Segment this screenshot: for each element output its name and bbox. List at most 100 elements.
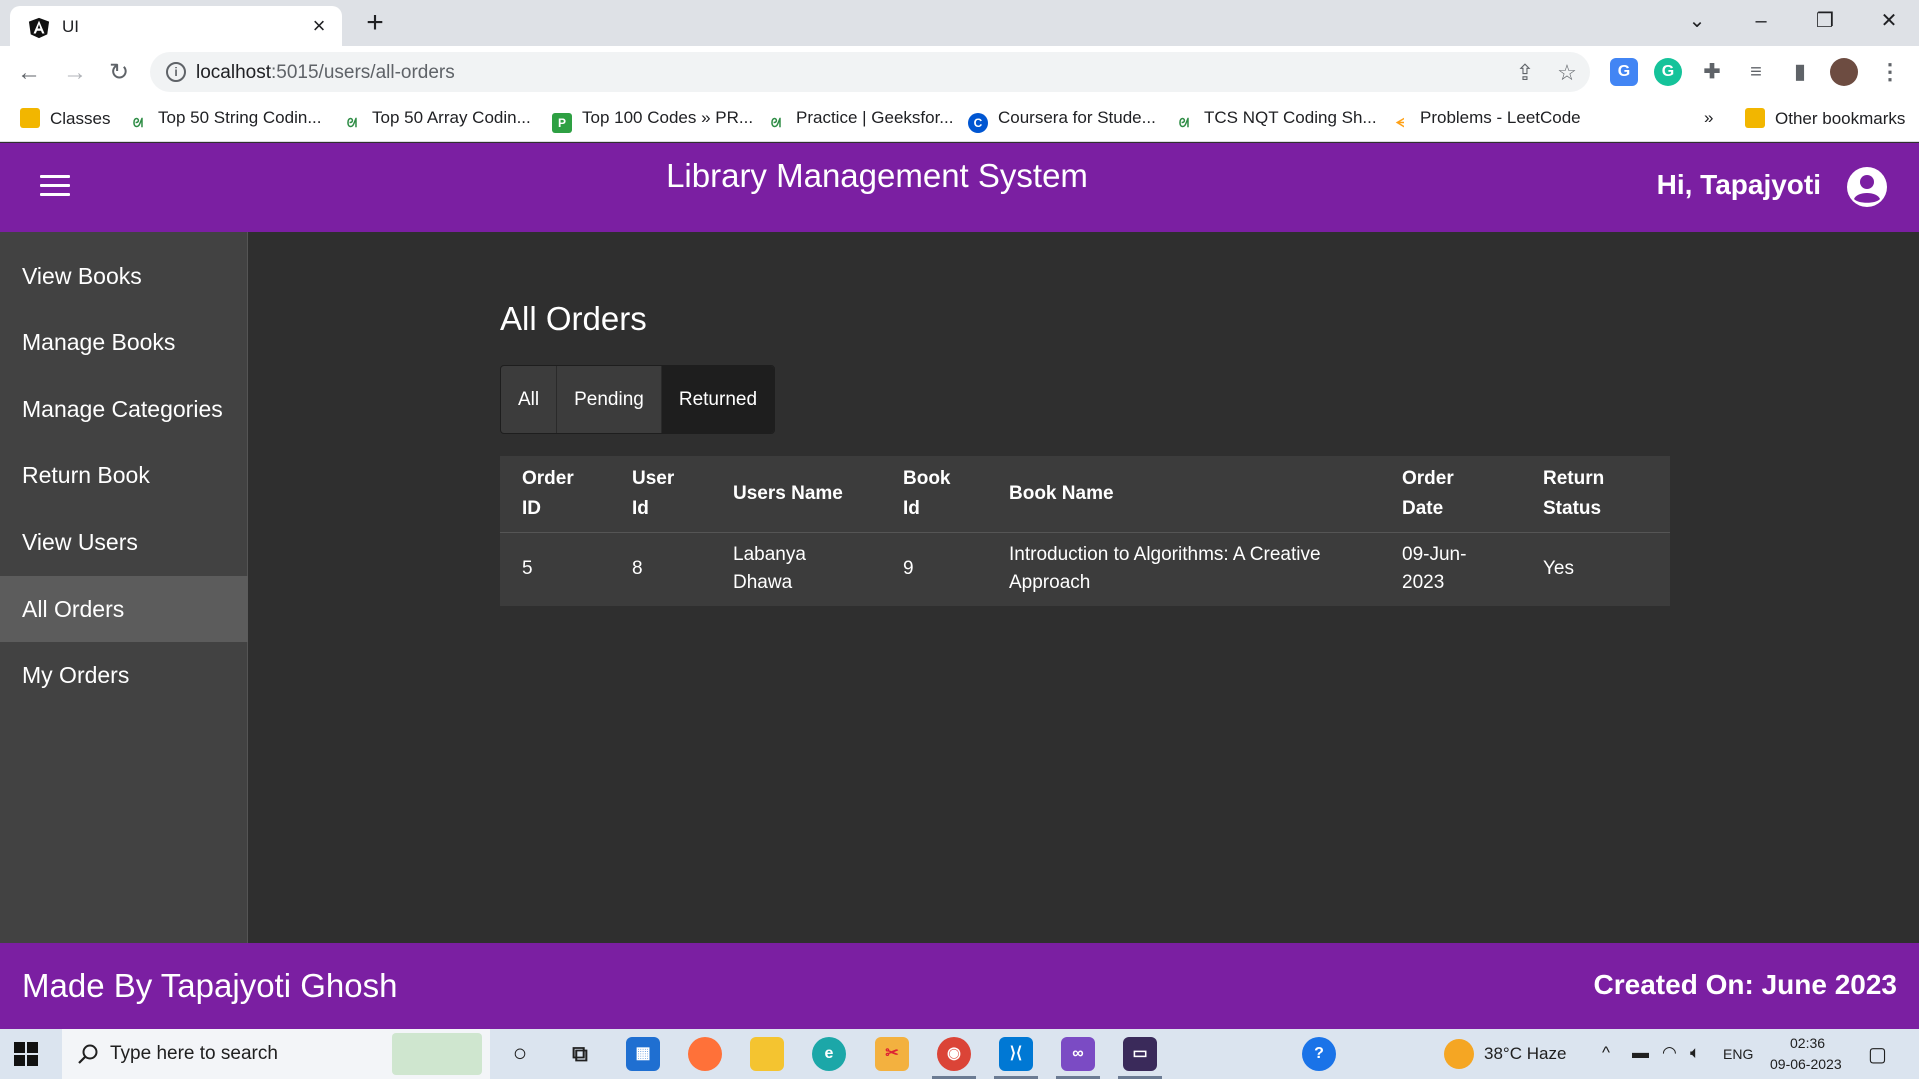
- tab-search-icon[interactable]: ⌄: [1682, 8, 1712, 34]
- search-placeholder: Type here to search: [110, 1043, 278, 1064]
- bookmark-practice-gfg[interactable]: ᘛ Practice | Geeksfor...: [766, 108, 954, 132]
- column-header-order-date[interactable]: Order Date: [1380, 456, 1521, 533]
- new-tab-button[interactable]: +: [360, 8, 390, 38]
- tab-title: UI: [62, 17, 79, 36]
- cell-order-id: 5: [522, 558, 533, 580]
- forward-button[interactable]: →: [60, 58, 90, 88]
- filter-pending-button[interactable]: Pending: [557, 366, 662, 433]
- cell-users-name: Labanya Dhawa: [733, 544, 806, 594]
- bookmark-coursera[interactable]: C Coursera for Stude...: [968, 108, 1156, 133]
- table-header-row: Order ID User Id Users Name Book Id Book…: [500, 456, 1670, 533]
- bookmarks-bar: Classes ᘛ Top 50 String Codin... ᘛ Top 50 …: [0, 98, 1919, 142]
- battery-icon[interactable]: ▬: [1632, 1043, 1649, 1063]
- search-highlight-image: [392, 1033, 482, 1075]
- bookmark-top50-string[interactable]: ᘛ Top 50 String Codin...: [128, 108, 322, 132]
- browser-tab[interactable]: UI ×: [10, 6, 342, 46]
- site-info-icon[interactable]: i: [166, 62, 186, 82]
- windows-start-icon[interactable]: [14, 1042, 38, 1066]
- bookmark-top100-codes[interactable]: P Top 100 Codes » PR...: [552, 108, 753, 133]
- bookmark-leetcode[interactable]: ᗕ Problems - LeetCode: [1390, 108, 1581, 132]
- filter-all-button[interactable]: All: [501, 366, 558, 433]
- taskbar-search-box[interactable]: Type here to search: [62, 1029, 490, 1079]
- app-footer: Made By Tapajyoti Ghosh Created On: June…: [0, 943, 1919, 1029]
- sidebar-item-manage-books[interactable]: Manage Books: [0, 309, 248, 375]
- share-icon[interactable]: ⇪: [1512, 60, 1538, 86]
- geeksforgeeks-icon: ᘛ: [770, 116, 782, 130]
- reload-button[interactable]: ↻: [104, 58, 134, 88]
- vscode-icon[interactable]: ⟩⟨: [999, 1037, 1033, 1071]
- search-icon: [78, 1044, 98, 1064]
- bookmark-tcs-nqt[interactable]: ᘛ TCS NQT Coding Sh...: [1174, 108, 1377, 132]
- grammarly-icon[interactable]: G: [1654, 58, 1682, 86]
- weather-sun-icon: [1444, 1039, 1474, 1069]
- filter-returned-button[interactable]: Returned: [661, 366, 775, 433]
- folder-icon: [1745, 108, 1765, 128]
- extensions-icon[interactable]: ✚: [1698, 58, 1726, 86]
- user-greeting: Hi, Tapajyoti: [1656, 169, 1821, 200]
- language-indicator[interactable]: ENG: [1723, 1046, 1753, 1062]
- sidebar-item-view-users[interactable]: View Users: [0, 509, 248, 575]
- column-header-book-name[interactable]: Book Name: [987, 456, 1380, 533]
- notifications-icon[interactable]: ▢: [1868, 1042, 1887, 1067]
- sidebar-item-all-orders[interactable]: All Orders: [0, 576, 248, 642]
- file-explorer-icon[interactable]: [750, 1037, 784, 1071]
- google-translate-icon[interactable]: G: [1610, 58, 1638, 86]
- angular-icon: [28, 17, 50, 39]
- cell-user-id: 8: [632, 558, 643, 580]
- column-header-user-id[interactable]: User Id: [610, 456, 711, 533]
- prepinsta-icon: P: [552, 113, 572, 133]
- app-header: Library Management System Hi, Tapajyoti: [0, 143, 1919, 232]
- account-circle-icon[interactable]: [1847, 167, 1887, 207]
- coursera-icon: C: [968, 113, 988, 133]
- sidebar-item-view-books[interactable]: View Books: [0, 243, 248, 309]
- help-icon[interactable]: ?: [1302, 1037, 1336, 1071]
- close-window-button[interactable]: ✕: [1874, 8, 1904, 34]
- edge-icon[interactable]: e: [812, 1037, 846, 1071]
- bookmark-classes[interactable]: Classes: [20, 108, 110, 132]
- volume-icon[interactable]: 🔈︎: [1690, 1043, 1700, 1063]
- visual-studio-icon[interactable]: ∞: [1061, 1037, 1095, 1071]
- task-view-icon[interactable]: ⧉: [563, 1037, 597, 1071]
- column-header-order-id[interactable]: Order ID: [500, 456, 610, 533]
- wifi-icon[interactable]: ◠: [1662, 1043, 1677, 1063]
- profile-avatar[interactable]: [1830, 58, 1858, 86]
- clock-time[interactable]: 02:36: [1790, 1035, 1825, 1051]
- minimize-button[interactable]: –: [1746, 8, 1776, 34]
- weather-status[interactable]: 38°C Haze: [1484, 1044, 1566, 1064]
- firefox-icon[interactable]: [688, 1037, 722, 1071]
- address-bar[interactable]: i localhost:5015/users/all-orders ⇪ ☆: [150, 52, 1590, 92]
- media-control-icon[interactable]: ≡: [1742, 58, 1770, 86]
- cell-book-id: 9: [903, 558, 914, 580]
- tray-chevron-up-icon[interactable]: ^: [1602, 1043, 1610, 1063]
- app-title: Library Management System: [666, 157, 1088, 194]
- restore-button[interactable]: ❐: [1810, 8, 1840, 34]
- cell-return-status: Yes: [1543, 558, 1574, 580]
- bookmark-top50-array[interactable]: ᘛ Top 50 Array Codin...: [342, 108, 531, 132]
- footer-created-on: Created On: June 2023: [1593, 969, 1897, 1000]
- browser-tab-strip: UI × + ⌄ – ❐ ✕: [0, 0, 1919, 46]
- footer-credit: Made By Tapajyoti Ghosh: [22, 967, 398, 1004]
- chrome-icon[interactable]: ◉: [937, 1037, 971, 1071]
- geeksforgeeks-icon: ᘛ: [346, 116, 358, 130]
- column-header-users-name[interactable]: Users Name: [711, 456, 881, 533]
- snipping-tool-icon[interactable]: ✂: [875, 1037, 909, 1071]
- bookmark-star-icon[interactable]: ☆: [1554, 60, 1580, 86]
- terminal-icon[interactable]: ▭: [1123, 1037, 1157, 1071]
- sidebar-item-return-book[interactable]: Return Book: [0, 442, 248, 508]
- column-header-return-status[interactable]: Return Status: [1521, 456, 1670, 533]
- chrome-menu-icon[interactable]: ⋮: [1876, 58, 1904, 86]
- other-bookmarks[interactable]: Other bookmarks: [1745, 108, 1905, 132]
- cortana-icon[interactable]: ○: [503, 1037, 537, 1071]
- sidebar-item-my-orders[interactable]: My Orders: [0, 642, 248, 708]
- cell-order-date: 09-Jun-2023: [1402, 544, 1467, 594]
- clock-date[interactable]: 09-06-2023: [1770, 1056, 1842, 1072]
- microsoft-store-icon[interactable]: ▦: [626, 1037, 660, 1071]
- side-panel-icon[interactable]: ▮: [1786, 58, 1814, 86]
- table-row[interactable]: 5 8 Labanya Dhawa 9 Introduction to Algo…: [500, 532, 1670, 606]
- geeksforgeeks-icon: ᘛ: [132, 116, 144, 130]
- sidebar-item-manage-categories[interactable]: Manage Categories: [0, 376, 248, 442]
- column-header-book-id[interactable]: Book Id: [881, 456, 987, 533]
- close-tab-icon[interactable]: ×: [306, 13, 332, 39]
- bookmarks-overflow-button[interactable]: »: [1704, 108, 1713, 132]
- back-button[interactable]: ←: [14, 58, 44, 88]
